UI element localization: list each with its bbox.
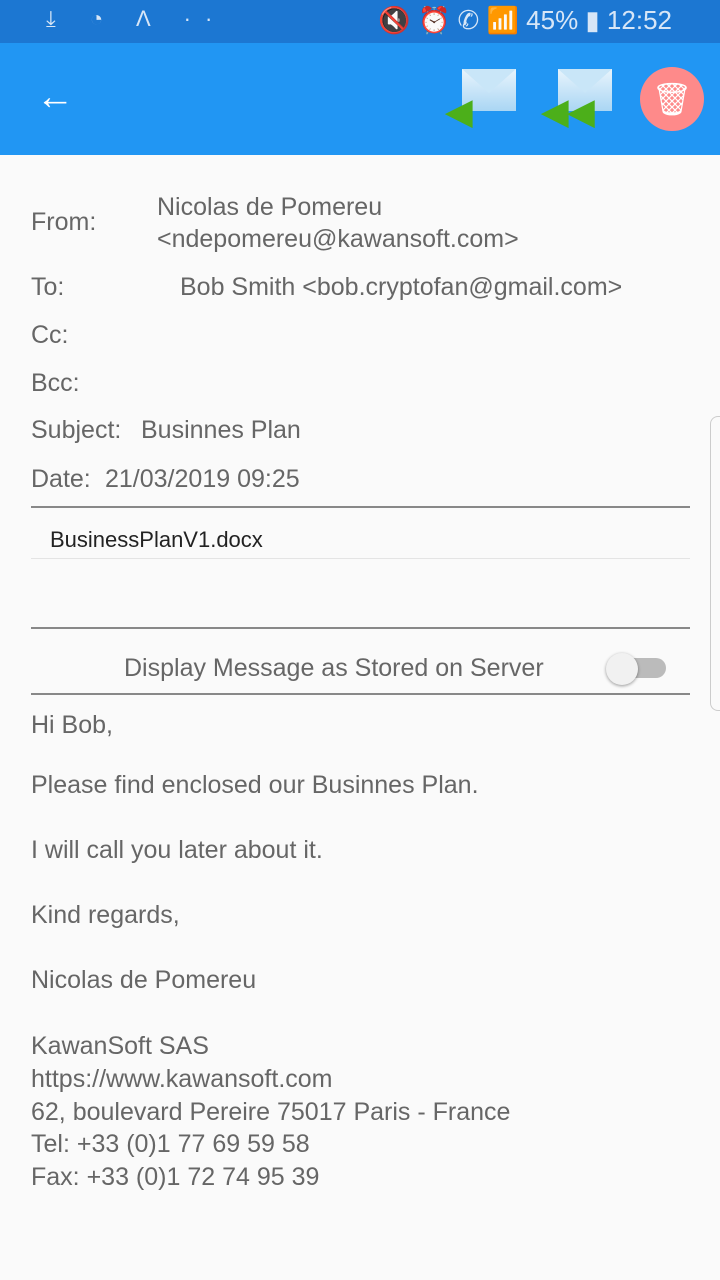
status-bar: ⤓ ◔ Λ ·· 🔇 ⏰ ✆ 📶 45% ▮ 12:52 [0, 0, 720, 43]
reply-arrow-icon: ◀ [446, 93, 473, 131]
signature-line: Tel: +33 (0)1 77 69 59 58 [31, 1130, 310, 1158]
signature-link[interactable]: https://www.kawansoft.com [31, 1063, 333, 1096]
cc-label: Cc: [31, 321, 69, 349]
divider [31, 558, 690, 559]
switch-knob [606, 653, 638, 685]
to-value: Bob Smith <bob.cryptofan@gmail.com> [180, 273, 623, 301]
scrollbar[interactable] [710, 416, 720, 711]
subject-value: Businnes Plan [141, 416, 301, 444]
display-stored-switch[interactable] [606, 653, 666, 685]
display-stored-label: Display Message as Stored on Server [124, 654, 544, 682]
divider [31, 506, 690, 508]
back-button[interactable]: ← [36, 77, 74, 117]
status-right: 🔇 ⏰ ✆ 📶 45% ▮ 12:52 [378, 5, 672, 35]
to-label: To: [31, 273, 65, 301]
attachment-item[interactable]: BusinessPlanV1.docx [50, 527, 263, 553]
reply-all-arrow-icon: ◀◀ [542, 93, 595, 131]
delete-button[interactable]: 🗑 [640, 67, 704, 131]
date-value: 21/03/2019 09:25 [105, 465, 300, 493]
app-bar: ← ◀ ◀◀ 🗑 [0, 43, 720, 155]
bcc-label: Bcc: [31, 369, 80, 397]
body-line: I will call you later about it. [31, 836, 323, 864]
reply-button[interactable]: ◀ [446, 69, 516, 131]
from-email: <ndepomereu@kawansoft.com> [157, 225, 519, 253]
subject-label: Subject: [31, 416, 122, 444]
from-name: Nicolas de Pomereu [157, 193, 383, 221]
divider [31, 627, 690, 629]
trash-icon: 🗑 [651, 81, 693, 117]
body-line: Kind regards, [31, 901, 180, 929]
signature-line: 62, boulevard Pereire 75017 Paris - Fran… [31, 1098, 511, 1126]
reply-all-button[interactable]: ◀◀ [542, 69, 612, 131]
signature-line: Fax: +33 (0)1 72 74 95 39 [31, 1163, 320, 1191]
body-line: Nicolas de Pomereu [31, 966, 257, 994]
signature-line: KawanSoft SAS [31, 1032, 209, 1060]
divider [31, 693, 690, 695]
body-line: Please find enclosed our Businnes Plan. [31, 771, 479, 799]
from-label: From: [31, 208, 97, 236]
notification-icons: ⤓ ◔ Λ ·· [46, 6, 227, 31]
date-label: Date: [31, 465, 91, 493]
body-line: Hi Bob, [31, 711, 113, 739]
